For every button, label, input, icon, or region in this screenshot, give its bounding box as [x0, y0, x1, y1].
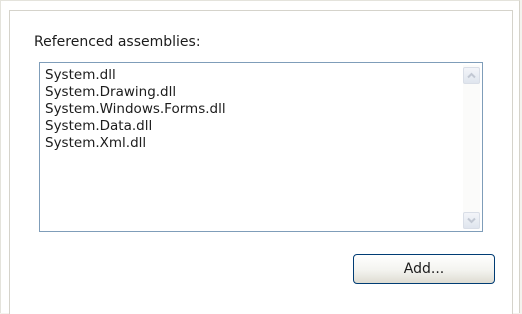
assembly-items: System.dll System.Drawing.dll System.Win…: [45, 67, 226, 152]
list-item[interactable]: System.Windows.Forms.dll: [45, 101, 226, 118]
referenced-assemblies-list[interactable]: System.dll System.Drawing.dll System.Win…: [39, 62, 483, 232]
scroll-down-button[interactable]: [463, 212, 480, 229]
list-item[interactable]: System.Drawing.dll: [45, 84, 226, 101]
list-item[interactable]: System.dll: [45, 67, 226, 84]
referenced-assemblies-label: Referenced assemblies:: [34, 34, 201, 50]
vertical-scrollbar[interactable]: [463, 65, 480, 229]
add-button[interactable]: Add...: [353, 254, 495, 284]
chevron-down-icon: [467, 217, 476, 224]
chevron-up-icon: [467, 72, 476, 79]
scroll-up-button[interactable]: [463, 67, 480, 84]
list-item[interactable]: System.Xml.dll: [45, 135, 226, 152]
list-item[interactable]: System.Data.dll: [45, 118, 226, 135]
